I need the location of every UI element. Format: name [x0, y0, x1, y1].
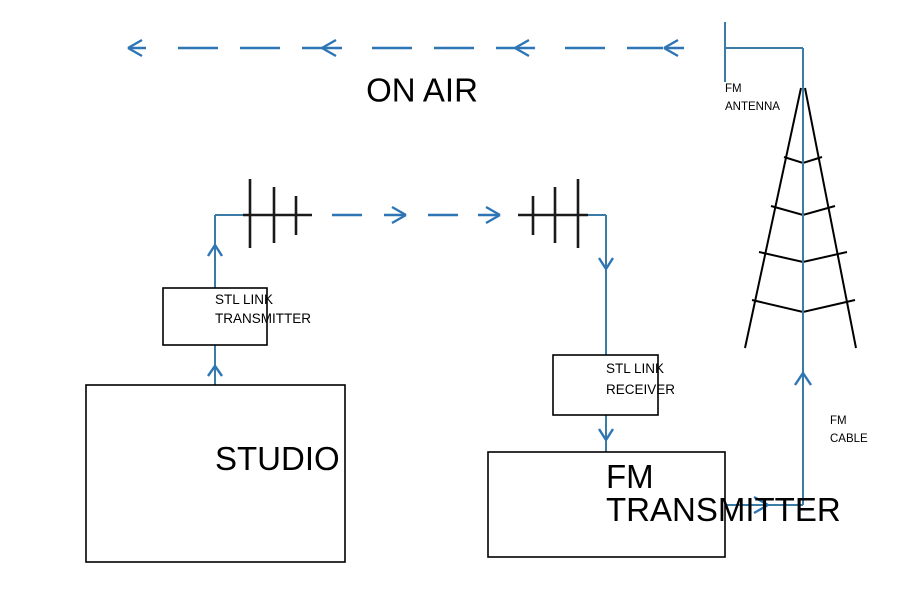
broadcast-tower: [744, 87, 857, 349]
stl-receiver-label-line1: STL LINK: [606, 361, 664, 376]
fm-antenna-leader: [724, 22, 804, 92]
fm-antenna-label-line2: ANTENNA: [725, 101, 780, 113]
stl-receive-yagi-antenna: [518, 179, 588, 248]
stl-radio-hop-path: [332, 205, 501, 225]
studio-node[interactable]: STUDIO: [85, 384, 346, 563]
stl-transmitter-label-line1: STL LINK: [215, 292, 273, 307]
fm-cable-label-line2: CABLE: [830, 433, 868, 445]
on-air-arrowhead-1: [127, 38, 146, 58]
fm-transmitter-node[interactable]: FM TRANSMITTER: [487, 451, 841, 558]
stl-transmitter-to-antenna-link: [206, 214, 262, 288]
stl-transmitter-label-line2: TRANSMITTER: [215, 311, 311, 326]
stl-hop-arrowhead-2: [478, 205, 501, 225]
fm-cable-label-line1: FM: [830, 415, 847, 427]
on-air-title: ON AIR: [366, 72, 478, 109]
stl-receiver-to-fm-transmitter-link: [597, 415, 615, 452]
on-air-arrowhead-2: [321, 38, 342, 58]
studio-label: STUDIO: [215, 440, 340, 477]
fm-cable-path: [725, 88, 812, 515]
stl-receiver-node[interactable]: STL LINK RECEIVER: [552, 354, 675, 416]
studio-to-stl-transmitter-link: [207, 345, 223, 385]
fm-antenna-label-line1: FM: [725, 83, 742, 95]
stl-receiver-label-line2: RECEIVER: [606, 382, 675, 397]
stl-transmitter-node[interactable]: STL LINK TRANSMITTER: [162, 287, 311, 346]
diagram-canvas: ON AIR FM ANTENNA FM CABLE STL LINK TRAN…: [85, 22, 868, 563]
on-air-arrowhead-4: [663, 38, 684, 58]
fm-transmitter-label-line2: TRANSMITTER: [606, 491, 841, 528]
fm-transmitter-label-line1: FM: [606, 458, 654, 495]
broadcast-chain-diagram: ON AIR FM ANTENNA FM CABLE STL LINK TRAN…: [0, 0, 900, 600]
stl-transmit-yagi-antenna: [243, 179, 312, 248]
on-air-arrowhead-3: [514, 38, 535, 58]
antenna-to-stl-receiver-link: [588, 214, 615, 355]
stl-hop-arrowhead-1: [384, 205, 407, 225]
on-air-signal-path: [127, 38, 684, 58]
